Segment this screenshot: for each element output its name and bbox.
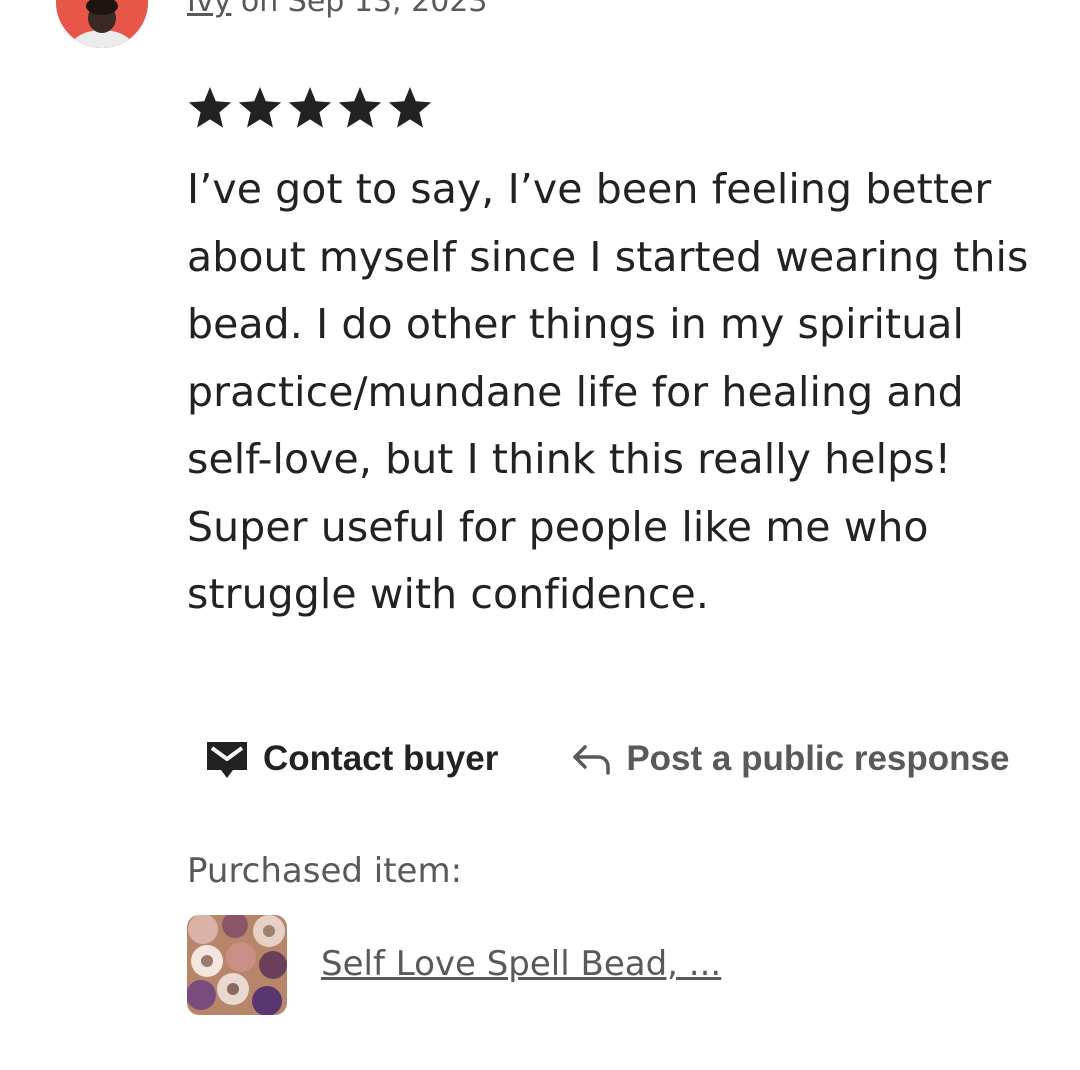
contact-buyer-button[interactable]: Contact buyer xyxy=(205,738,498,780)
post-public-response-button[interactable]: Post a public response xyxy=(570,739,1009,779)
purchased-item-link[interactable]: Self Love Spell Bead, ... xyxy=(321,942,721,986)
star-icon xyxy=(336,84,384,132)
beads-image xyxy=(187,915,287,1015)
avatar-image xyxy=(56,0,148,48)
review-text: I’ve got to say, I’ve been feeling bette… xyxy=(187,165,1029,618)
post-public-response-label: Post a public response xyxy=(626,739,1010,778)
avatar[interactable] xyxy=(56,0,148,48)
review-byline: Ivy on Sep 13, 2023 xyxy=(187,0,487,20)
review-actions: Contact buyer Post a public response xyxy=(205,738,1009,780)
star-icon xyxy=(286,84,334,132)
review-date: on Sep 13, 2023 xyxy=(231,0,488,19)
mail-icon xyxy=(205,738,249,780)
star-icon xyxy=(386,84,434,132)
purchased-item-thumbnail[interactable] xyxy=(187,915,287,1015)
star-rating xyxy=(186,84,434,132)
star-icon xyxy=(186,84,234,132)
reply-arrow-icon xyxy=(570,741,612,777)
contact-buyer-label: Contact buyer xyxy=(263,739,499,778)
author-link[interactable]: Ivy xyxy=(187,0,231,19)
star-icon xyxy=(236,84,284,132)
purchased-item-label: Purchased item: xyxy=(187,851,463,891)
